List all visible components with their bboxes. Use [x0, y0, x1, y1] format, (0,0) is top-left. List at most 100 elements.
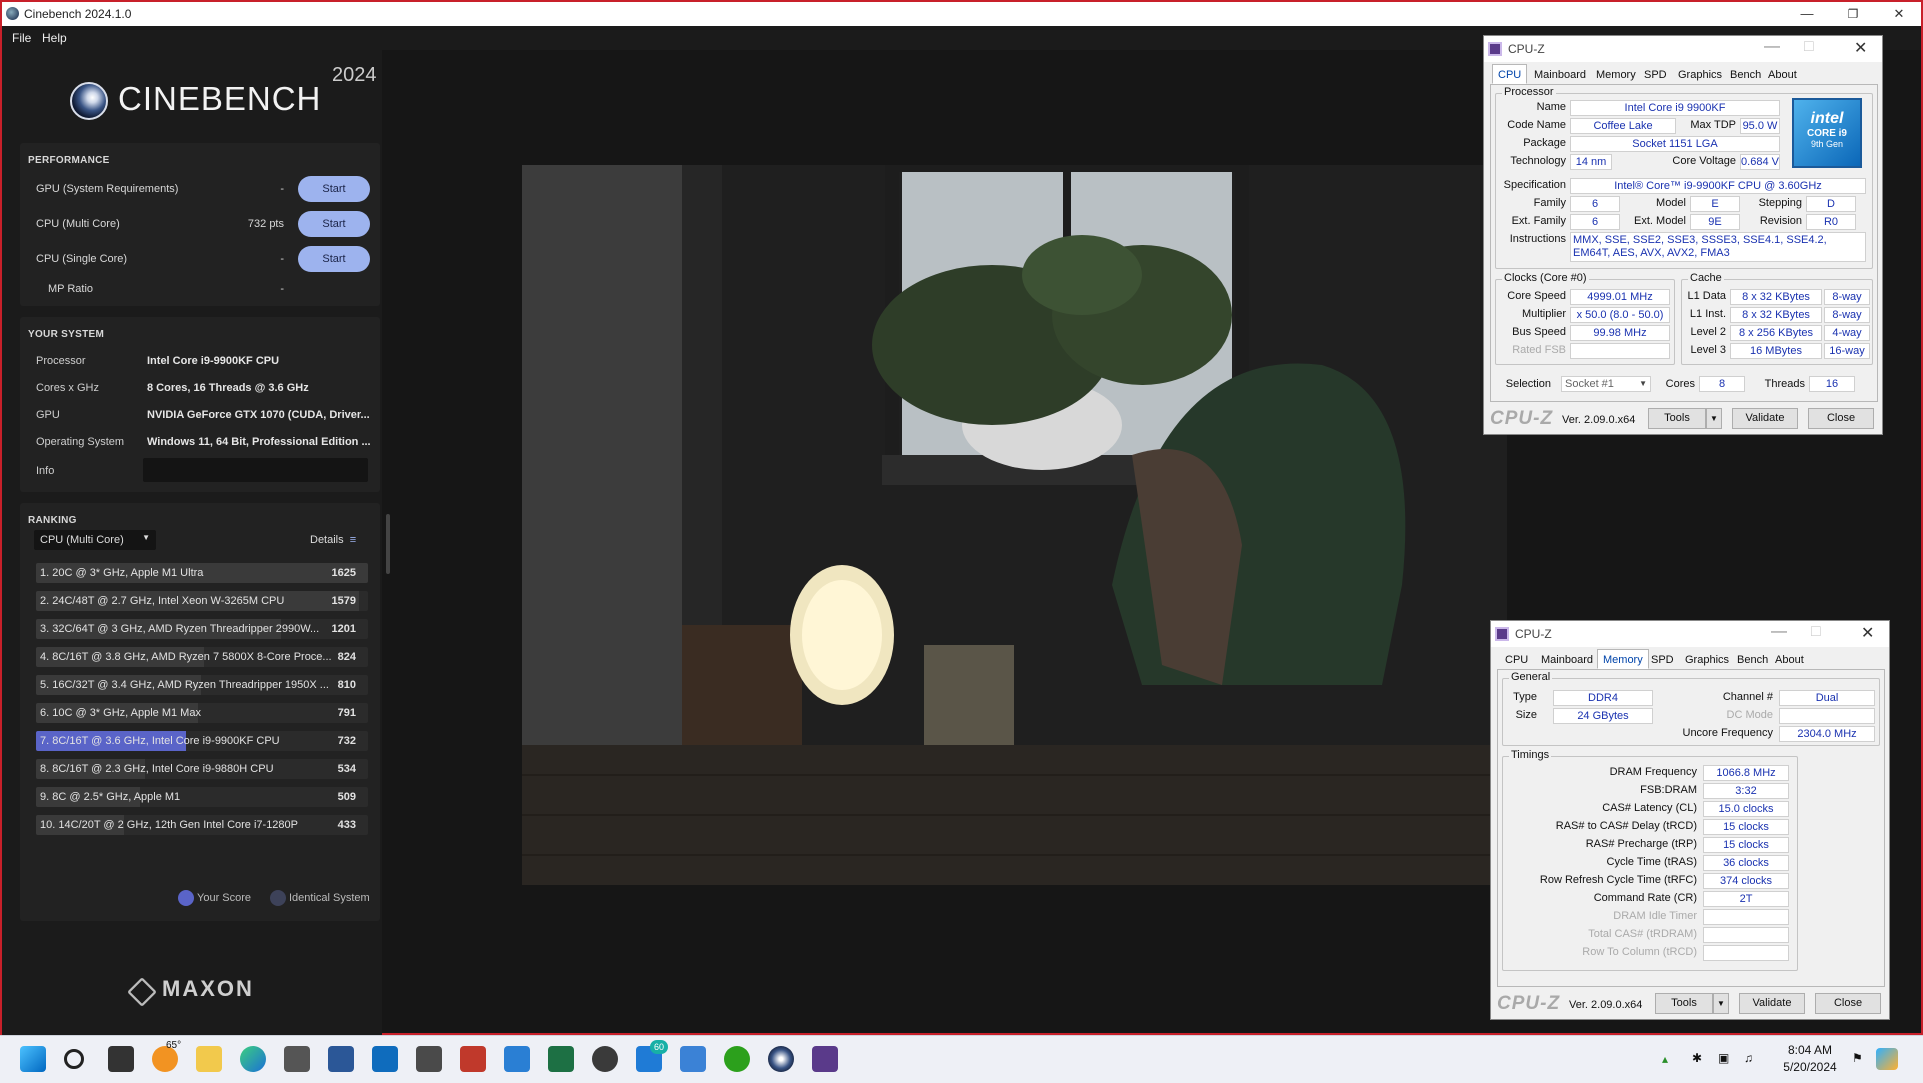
word-icon[interactable]	[328, 1046, 354, 1072]
timing-value: 36 clocks	[1703, 855, 1789, 871]
ranking-panel: RANKING CPU (Multi Core) ▼ Details ≡ 1. …	[20, 503, 380, 921]
cinebench-icon[interactable]	[768, 1046, 794, 1072]
perf-value-cpu-multi: 732 pts	[247, 218, 284, 230]
menu-help[interactable]: Help	[42, 31, 67, 45]
bell-icon[interactable]: ⚑	[1852, 1051, 1863, 1065]
close-button[interactable]: Close	[1808, 408, 1874, 429]
cpuz-icon[interactable]	[812, 1046, 838, 1072]
restore-icon[interactable]: ❐	[1830, 2, 1876, 26]
system-value-processor: Intel Core i9-9900KF CPU	[147, 355, 280, 367]
start-gpu-button[interactable]: Start	[298, 176, 370, 202]
tab-memory[interactable]: Memory	[1590, 64, 1642, 84]
perf-value-mp-ratio: -	[280, 283, 284, 295]
snipping-tool-icon[interactable]	[460, 1046, 486, 1072]
edge-icon[interactable]	[240, 1046, 266, 1072]
ranking-scrollbar[interactable]	[386, 514, 390, 574]
system-panel: YOUR SYSTEM Processor Intel Core i9-9900…	[20, 317, 380, 492]
validate-button[interactable]: Validate	[1739, 993, 1805, 1014]
info-input[interactable]	[143, 458, 368, 482]
store-icon[interactable]	[284, 1046, 310, 1072]
timing-label: DRAM Frequency	[1609, 766, 1697, 778]
ranking-row[interactable]: 8. 8C/16T @ 2.3 GHz, Intel Core i9-9880H…	[36, 759, 368, 779]
close-icon[interactable]: ✕	[1861, 623, 1874, 643]
file-explorer-icon[interactable]	[196, 1046, 222, 1072]
tab-graphics[interactable]: Graphics	[1679, 649, 1735, 669]
minimize-icon[interactable]: —	[1771, 623, 1787, 641]
cache-l3-size: 16 MBytes	[1730, 343, 1822, 359]
ranking-row-label: 8. 8C/16T @ 2.3 GHz, Intel Core i9-9880H…	[40, 763, 274, 775]
tools-dropdown-icon[interactable]: ▼	[1713, 993, 1729, 1014]
tools-button[interactable]: Tools	[1648, 408, 1706, 429]
tab-cpu[interactable]: CPU	[1492, 64, 1528, 84]
tab-about[interactable]: About	[1769, 649, 1810, 669]
ranking-row[interactable]: 3. 32C/64T @ 3 GHz, AMD Ryzen Threadripp…	[36, 619, 368, 639]
tools-dropdown-icon[interactable]: ▼	[1706, 408, 1722, 429]
ranking-row[interactable]: 1. 20C @ 3* GHz, Apple M1 Ultra 1625	[36, 563, 368, 583]
tab-mainboard[interactable]: Mainboard	[1535, 649, 1599, 669]
search-icon[interactable]	[64, 1049, 84, 1069]
type-value: DDR4	[1553, 690, 1653, 706]
tab-spd[interactable]: SPD	[1645, 649, 1680, 669]
corevoltage-value: 0.684 V	[1740, 154, 1780, 170]
codename-label: Code Name	[1507, 119, 1566, 131]
minimize-icon[interactable]: —	[1784, 2, 1830, 26]
ranking-dropdown[interactable]: CPU (Multi Core) ▼	[34, 530, 156, 550]
tools-button[interactable]: Tools	[1655, 993, 1713, 1014]
cpuz-memory-window: CPU-Z — □ ✕ CPU Mainboard Memory SPD Gra…	[1490, 620, 1890, 1020]
details-button[interactable]: Details ≡	[310, 534, 356, 546]
selection-label: Selection	[1505, 378, 1551, 390]
ranking-row[interactable]: 10. 14C/20T @ 2 GHz, 12th Gen Intel Core…	[36, 815, 368, 835]
timing-label: RAS# Precharge (tRP)	[1585, 838, 1697, 850]
ranking-row[interactable]: 5. 16C/32T @ 3.4 GHz, AMD Ryzen Threadri…	[36, 675, 368, 695]
ranking-row[interactable]: 4. 8C/16T @ 3.8 GHz, AMD Ryzen 7 5800X 8…	[36, 647, 368, 667]
start-cpu-single-button[interactable]: Start	[298, 246, 370, 272]
ranking-row[interactable]: 7. 8C/16T @ 3.6 GHz, Intel Core i9-9900K…	[36, 731, 368, 751]
ranking-row[interactable]: 9. 8C @ 2.5* GHz, Apple M1 509	[36, 787, 368, 807]
perf-label-cpu-multi: CPU (Multi Core)	[36, 218, 120, 230]
timing-value: 15.0 clocks	[1703, 801, 1789, 817]
nvidia-icon[interactable]: ▴	[1662, 1052, 1668, 1066]
tab-cpu[interactable]: CPU	[1499, 649, 1534, 669]
performance-header: PERFORMANCE	[28, 155, 110, 166]
calculator-icon[interactable]	[416, 1046, 442, 1072]
tab-bench[interactable]: Bench	[1731, 649, 1774, 669]
extmodel-label: Ext. Model	[1634, 215, 1686, 227]
start-cpu-multi-button[interactable]: Start	[298, 211, 370, 237]
clock-icon[interactable]	[592, 1046, 618, 1072]
close-icon[interactable]: ✕	[1854, 38, 1867, 58]
quickbooks-icon[interactable]	[724, 1046, 750, 1072]
tab-bench[interactable]: Bench	[1724, 64, 1767, 84]
cinebench-logo-icon	[70, 82, 108, 120]
tab-mainboard[interactable]: Mainboard	[1528, 64, 1592, 84]
network-icon[interactable]: ▣	[1718, 1051, 1729, 1065]
selection-dropdown[interactable]: Socket #1 ▼	[1561, 376, 1651, 392]
ranking-row[interactable]: 2. 24C/48T @ 2.7 GHz, Intel Xeon W-3265M…	[36, 591, 368, 611]
close-button[interactable]: Close	[1815, 993, 1881, 1014]
tab-graphics[interactable]: Graphics	[1672, 64, 1728, 84]
volume-icon[interactable]: ♫	[1744, 1051, 1753, 1065]
ranking-row[interactable]: 6. 10C @ 3* GHz, Apple M1 Max 791	[36, 703, 368, 723]
start-icon[interactable]	[20, 1046, 46, 1072]
clock-time[interactable]: 8:04 AM	[1770, 1043, 1850, 1057]
menu-file[interactable]: File	[12, 31, 31, 45]
cpuz-version: Ver. 2.09.0.x64	[1562, 414, 1636, 426]
tab-spd[interactable]: SPD	[1638, 64, 1673, 84]
excel-icon[interactable]	[548, 1046, 574, 1072]
copilot-icon[interactable]	[1876, 1048, 1898, 1070]
notification-badge: 60	[650, 1040, 668, 1054]
render-viewport	[522, 165, 1507, 885]
minimize-icon[interactable]: —	[1764, 38, 1780, 56]
task-view-icon[interactable]	[108, 1046, 134, 1072]
validate-button[interactable]: Validate	[1732, 408, 1798, 429]
tab-memory[interactable]: Memory	[1597, 649, 1649, 669]
3d-icon[interactable]	[504, 1046, 530, 1072]
clock-date[interactable]: 5/20/2024	[1770, 1060, 1850, 1074]
bluetooth-icon[interactable]: ✱	[1692, 1051, 1702, 1065]
family-value: 6	[1570, 196, 1620, 212]
notepad-icon[interactable]	[680, 1046, 706, 1072]
close-icon[interactable]: ✕	[1876, 2, 1922, 26]
tab-about[interactable]: About	[1762, 64, 1803, 84]
busspeed-label: Bus Speed	[1512, 326, 1566, 338]
outlook-icon[interactable]	[372, 1046, 398, 1072]
timing-label: FSB:DRAM	[1640, 784, 1697, 796]
